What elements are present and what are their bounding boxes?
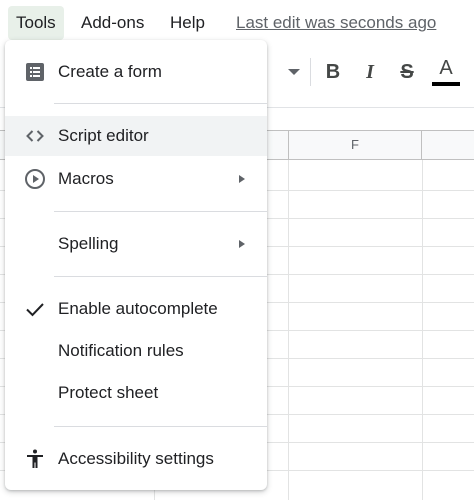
- text-color-button[interactable]: A: [431, 52, 461, 84]
- bold-button[interactable]: B: [318, 56, 348, 88]
- accessibility-icon: [23, 447, 47, 471]
- menu-item-label: Protect sheet: [58, 383, 159, 402]
- menu-item-label: Enable autocomplete: [58, 299, 218, 318]
- font-size-dropdown-caret-icon[interactable]: [288, 69, 300, 75]
- menu-item-create-form[interactable]: Create a form: [5, 52, 267, 92]
- menu-help[interactable]: Help: [162, 6, 213, 40]
- strikethrough-button[interactable]: S: [392, 56, 422, 88]
- menu-add-ons[interactable]: Add-ons: [73, 6, 152, 40]
- menu-item-spelling[interactable]: Spelling: [5, 224, 267, 264]
- menu-item-label: Create a form: [58, 62, 162, 81]
- menu-item-label: Spelling: [58, 234, 119, 253]
- toolbar-separator: [310, 58, 311, 86]
- italic-button[interactable]: I: [355, 56, 385, 88]
- submenu-arrow-icon: [239, 175, 245, 183]
- menu-item-notification-rules[interactable]: Notification rules: [5, 331, 267, 371]
- last-edit-link[interactable]: Last edit was seconds ago: [236, 6, 436, 40]
- menu-separator: [54, 276, 267, 277]
- menu-item-label: Accessibility settings: [58, 449, 214, 468]
- menu-bar: Tools Add-ons Help Last edit was seconds…: [0, 0, 474, 44]
- menu-separator: [54, 426, 267, 427]
- code-icon: [23, 124, 47, 148]
- submenu-arrow-icon: [239, 240, 245, 248]
- menu-item-enable-autocomplete[interactable]: Enable autocomplete: [5, 289, 267, 329]
- menu-item-script-editor[interactable]: Script editor: [5, 116, 267, 156]
- menu-item-label: Script editor: [58, 126, 149, 145]
- menu-item-accessibility-settings[interactable]: Accessibility settings: [5, 439, 267, 479]
- form-icon: [23, 60, 47, 84]
- column-header-f[interactable]: F: [288, 130, 422, 160]
- menu-tools[interactable]: Tools: [8, 6, 64, 40]
- menu-item-macros[interactable]: Macros: [5, 159, 267, 199]
- menu-separator: [54, 211, 267, 212]
- menu-item-protect-sheet[interactable]: Protect sheet: [5, 373, 267, 413]
- checkmark-icon: [23, 297, 47, 321]
- menu-separator: [54, 103, 267, 104]
- menu-item-label: Notification rules: [58, 341, 184, 360]
- text-color-swatch: [432, 82, 460, 86]
- play-circle-icon: [23, 167, 47, 191]
- menu-item-label: Macros: [58, 169, 114, 188]
- tools-menu: Create a form Script editor Macros Spell…: [5, 40, 267, 490]
